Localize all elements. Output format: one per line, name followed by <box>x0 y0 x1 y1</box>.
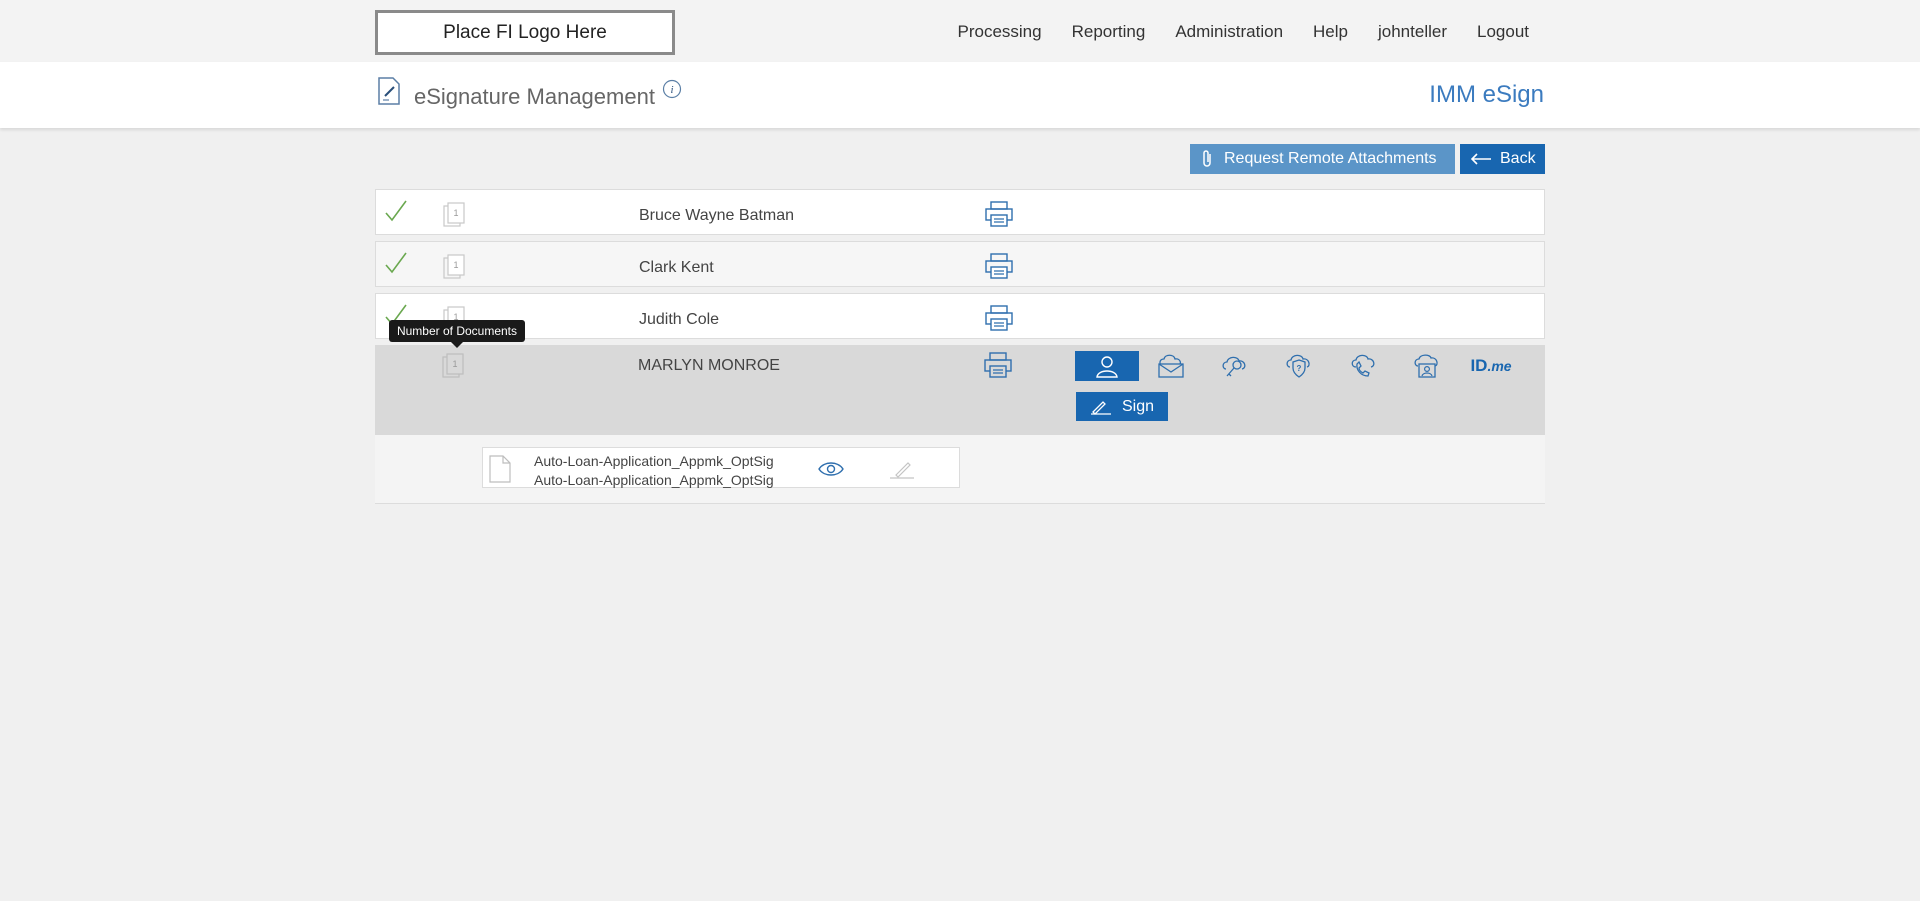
page-title: eSignature Management <box>414 84 655 109</box>
svg-text:1: 1 <box>453 208 458 218</box>
svg-text:?: ? <box>1297 364 1302 373</box>
cloud-shield-question-icon: ? <box>1286 354 1310 378</box>
signer-name: MARLYN MONROE <box>638 357 780 374</box>
document-count-icon[interactable]: 1 <box>441 353 465 379</box>
auth-idme-button[interactable]: ID.me <box>1459 351 1523 381</box>
cloud-key-icon <box>1222 356 1246 377</box>
main-nav: Processing Reporting Administration Help… <box>957 22 1529 42</box>
signature-pen-icon <box>890 462 914 479</box>
document-count-icon[interactable]: 1 <box>442 254 466 280</box>
checkmark-icon <box>385 252 407 274</box>
idme-logo-main: ID <box>1470 356 1488 375</box>
svg-text:1: 1 <box>452 359 457 369</box>
auth-key-button[interactable] <box>1203 351 1267 381</box>
printer-icon[interactable] <box>983 351 1013 379</box>
document-count-tooltip: Number of Documents <box>389 320 525 348</box>
request-remote-attachments-button[interactable]: Request Remote Attachments <box>1190 144 1455 174</box>
esign-document-icon <box>378 77 400 105</box>
signer-row[interactable]: 1 Clark Kent <box>375 241 1545 287</box>
nav-logout[interactable]: Logout <box>1477 22 1529 42</box>
auth-security-question-button[interactable]: ? <box>1267 351 1331 381</box>
documents-panel: Auto-Loan-Application_Appmk_OptSig Auto-… <box>375 435 1545 504</box>
cloud-phone-icon <box>1351 354 1375 377</box>
auth-email-button[interactable] <box>1139 351 1203 381</box>
cloud-id-icon <box>1414 354 1438 378</box>
auth-in-person-button[interactable] <box>1075 351 1139 381</box>
nav-administration[interactable]: Administration <box>1175 22 1283 42</box>
nav-user[interactable]: johnteller <box>1378 22 1447 42</box>
idme-logo-suffix: .me <box>1487 358 1512 374</box>
signer-row-active[interactable]: 1 MARLYN MONROE ? ID.me Sign <box>375 345 1545 435</box>
back-button[interactable]: Back <box>1460 144 1545 174</box>
nav-processing[interactable]: Processing <box>957 22 1041 42</box>
pen-icon <box>1091 400 1111 415</box>
document-name: Auto-Loan-Application_Appmk_OptSig <box>534 453 774 469</box>
document-count-icon[interactable]: 1 <box>442 202 466 228</box>
sign-label: Sign <box>1122 397 1155 415</box>
printer-icon[interactable] <box>984 304 1014 332</box>
eye-icon[interactable] <box>817 459 845 479</box>
top-bar: Place FI Logo Here Processing Reporting … <box>0 0 1920 62</box>
fi-logo-placeholder[interactable]: Place FI Logo Here <box>375 10 675 55</box>
request-remote-attachments-label: Request Remote Attachments <box>1224 150 1437 167</box>
idme-logo: ID.me <box>1470 356 1511 376</box>
auth-phone-button[interactable] <box>1331 351 1395 381</box>
person-icon <box>1096 356 1118 378</box>
brand-name: IMM eSign <box>1429 81 1544 108</box>
auth-cloud-id-button[interactable] <box>1395 351 1459 381</box>
cloud-email-icon <box>1158 354 1184 378</box>
printer-icon[interactable] <box>984 252 1014 280</box>
signer-row[interactable]: 1 Judith Cole <box>375 293 1545 339</box>
document-card[interactable]: Auto-Loan-Application_Appmk_OptSig Auto-… <box>482 447 960 488</box>
info-icon[interactable]: i <box>662 79 682 99</box>
paperclip-icon <box>1203 150 1211 167</box>
back-label: Back <box>1500 150 1536 167</box>
nav-help[interactable]: Help <box>1313 22 1348 42</box>
auth-method-bar: ? ID.me <box>1075 351 1523 381</box>
signer-name: Judith Cole <box>639 311 720 328</box>
signer-row[interactable]: 1 Bruce Wayne Batman <box>375 189 1545 235</box>
file-icon <box>489 455 511 483</box>
title-bar: eSignature Management i IMM eSign <box>0 62 1920 128</box>
arrow-left-icon <box>1470 153 1491 165</box>
signer-name: Clark Kent <box>639 259 714 276</box>
svg-text:i: i <box>670 84 673 96</box>
sign-button[interactable]: Sign <box>1076 392 1168 421</box>
svg-text:1: 1 <box>453 260 458 270</box>
checkmark-icon <box>385 200 407 222</box>
signer-name: Bruce Wayne Batman <box>639 207 795 224</box>
document-filename: Auto-Loan-Application_Appmk_OptSig <box>534 472 774 488</box>
printer-icon[interactable] <box>984 200 1014 228</box>
nav-reporting[interactable]: Reporting <box>1072 22 1146 42</box>
